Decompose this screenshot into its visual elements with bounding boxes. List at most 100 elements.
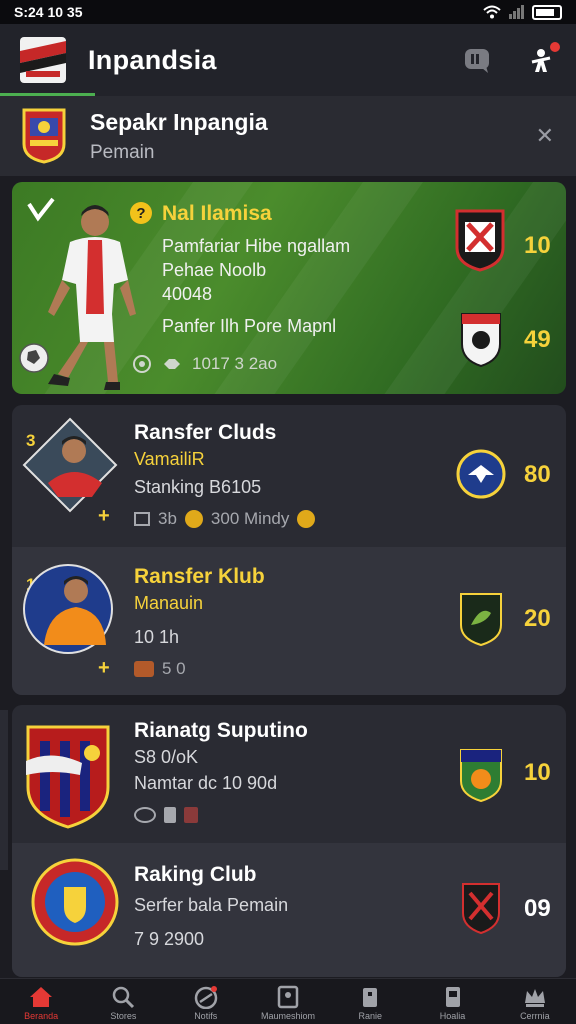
crown-icon	[524, 989, 545, 1007]
item-detail: 10 1h	[134, 627, 180, 647]
handshake-icon	[164, 359, 180, 369]
chat-icon	[465, 49, 489, 73]
card-icon	[277, 985, 299, 1009]
league-banner: Sepakr Inpangia Pemain ✕	[0, 96, 576, 176]
player-avatar	[23, 564, 113, 654]
grid-icon	[134, 512, 150, 526]
bottom-nav: Beranda Stores Notifs Maumeshiom Ranie H…	[0, 978, 576, 1024]
wifi-icon	[483, 5, 501, 19]
item-detail-2: 7 9 2900	[134, 929, 205, 949]
status-time: S:24 10 35	[14, 4, 83, 20]
item-title: Rianatg Suputino	[134, 719, 308, 742]
nav-home[interactable]: Beranda	[0, 979, 82, 1024]
club-crest-icon	[460, 749, 502, 803]
eye-icon	[134, 807, 156, 823]
nav-ranie[interactable]: Ranie	[329, 979, 411, 1024]
list-item[interactable]: 3 + Ransfer Cluds VamailiR Stanking B610…	[12, 405, 566, 547]
item-title: Raking Club	[134, 863, 257, 886]
league-crest-icon	[22, 108, 66, 164]
nav-hoalia[interactable]: Hoalia	[411, 979, 493, 1024]
nav-label: Cerrnia	[520, 1011, 550, 1021]
featured-player-name: Nal Ilamisa	[162, 202, 272, 225]
item-score: 80	[524, 461, 551, 488]
club-crest-icon	[461, 313, 501, 368]
trophy-icon	[445, 987, 460, 1007]
featured-player-card[interactable]: ? Nal Ilamisa Pamfariar Hibe ngallam Peh…	[12, 182, 566, 394]
meta-b: 300 Mindy	[210, 509, 290, 528]
item-score: 10	[524, 759, 551, 786]
featured-line-4: Panfer Ilh Pore Mapnl	[162, 316, 337, 336]
item-score: 20	[524, 605, 551, 632]
ranking-card: Rianatg Suputino S8 0/oK Namtar dc 10 90…	[12, 705, 566, 977]
item-meta: 3b 300 Mindy	[134, 509, 316, 529]
featured-meta: 1017 3 2ao	[132, 354, 277, 374]
item-score: 09	[524, 895, 551, 922]
transfer-card: 3 + Ransfer Cluds VamailiR Stanking B610…	[12, 405, 566, 695]
app-logo-icon	[20, 37, 66, 83]
item-detail-2: Namtar dc 10 90d	[134, 773, 278, 793]
chest-icon	[134, 661, 154, 677]
clock-icon	[133, 355, 151, 373]
app-header: Inpandsia	[0, 24, 576, 96]
featured-line-1: Pamfariar Hibe ngallam	[162, 236, 351, 256]
nav-stores[interactable]: Stores	[82, 979, 164, 1024]
meta-a: 3b	[158, 509, 177, 528]
nav-label: Beranda	[24, 1011, 59, 1021]
club-crest-icon	[456, 449, 506, 499]
tag-icon	[184, 807, 198, 823]
nav-label: Maumeshiom	[260, 1011, 315, 1021]
close-icon: ✕	[535, 123, 554, 148]
ball-icon	[194, 986, 217, 1009]
close-button[interactable]: ✕	[536, 123, 554, 149]
item-detail-1: S8 0/oK	[134, 747, 199, 767]
list-item[interactable]: Raking Club Serfer bala Pemain 7 9 2900 …	[12, 843, 566, 977]
app-title: Inpandsia	[88, 44, 217, 75]
signal-icon	[509, 5, 524, 19]
club-crest-large	[26, 725, 110, 829]
nav-cards[interactable]: Maumeshiom	[247, 979, 329, 1024]
item-title: Ransfer Klub	[134, 565, 265, 588]
item-detail: Stanking B6105	[134, 477, 262, 497]
item-subtitle: Manauin	[134, 593, 204, 613]
featured-score-bottom: 49	[524, 326, 551, 353]
coin-icon	[184, 510, 203, 528]
featured-line-2: Pehae Noolb	[162, 260, 267, 280]
club-crest-icon	[462, 883, 500, 935]
featured-score-top: 10	[524, 232, 551, 259]
lock-icon	[164, 807, 176, 823]
club-crest-icon	[455, 209, 505, 272]
league-subtitle: Pemain	[90, 141, 155, 163]
shirt-icon	[363, 988, 378, 1007]
home-icon	[30, 987, 53, 1007]
notification-badge	[550, 42, 560, 52]
plus-icon: +	[98, 657, 110, 679]
list-item[interactable]: 1 + Ransfer Klub Manauin 10 1h 5 0 20	[12, 547, 566, 695]
item-meta: 5 0	[134, 659, 186, 679]
nav-notifs[interactable]: Notifs	[165, 979, 247, 1024]
battery-icon	[532, 4, 562, 20]
item-detail-1: Serfer bala Pemain	[134, 895, 289, 915]
status-bar: S:24 10 35	[0, 0, 576, 24]
nav-label: Ranie	[358, 1011, 383, 1021]
nav-label: Hoalia	[439, 1011, 466, 1021]
rating-badge: ?	[130, 202, 152, 224]
notifications-button[interactable]	[526, 42, 560, 75]
item-meta	[134, 807, 198, 823]
search-icon	[113, 986, 135, 1009]
league-title: Sepakr Inpangia	[90, 108, 268, 135]
list-item[interactable]: Rianatg Suputino S8 0/oK Namtar dc 10 90…	[12, 705, 566, 843]
club-crest-round	[31, 858, 119, 946]
featured-line-3: 40048	[162, 284, 213, 304]
featured-meta-value: 1017 3 2ao	[192, 354, 278, 373]
nav-label: Notifs	[194, 1011, 218, 1021]
chat-button[interactable]	[462, 45, 492, 75]
nav-label: Stores	[110, 1011, 137, 1021]
item-subtitle: VamailiR	[134, 449, 205, 469]
nav-cerrnia[interactable]: Cerrnia	[494, 979, 576, 1024]
status-icons	[483, 4, 562, 20]
plus-icon: +	[98, 505, 110, 527]
coin-icon	[297, 510, 316, 528]
edge-divider	[0, 710, 8, 870]
meta-a: 5 0	[162, 659, 186, 678]
player-avatar	[22, 417, 118, 513]
